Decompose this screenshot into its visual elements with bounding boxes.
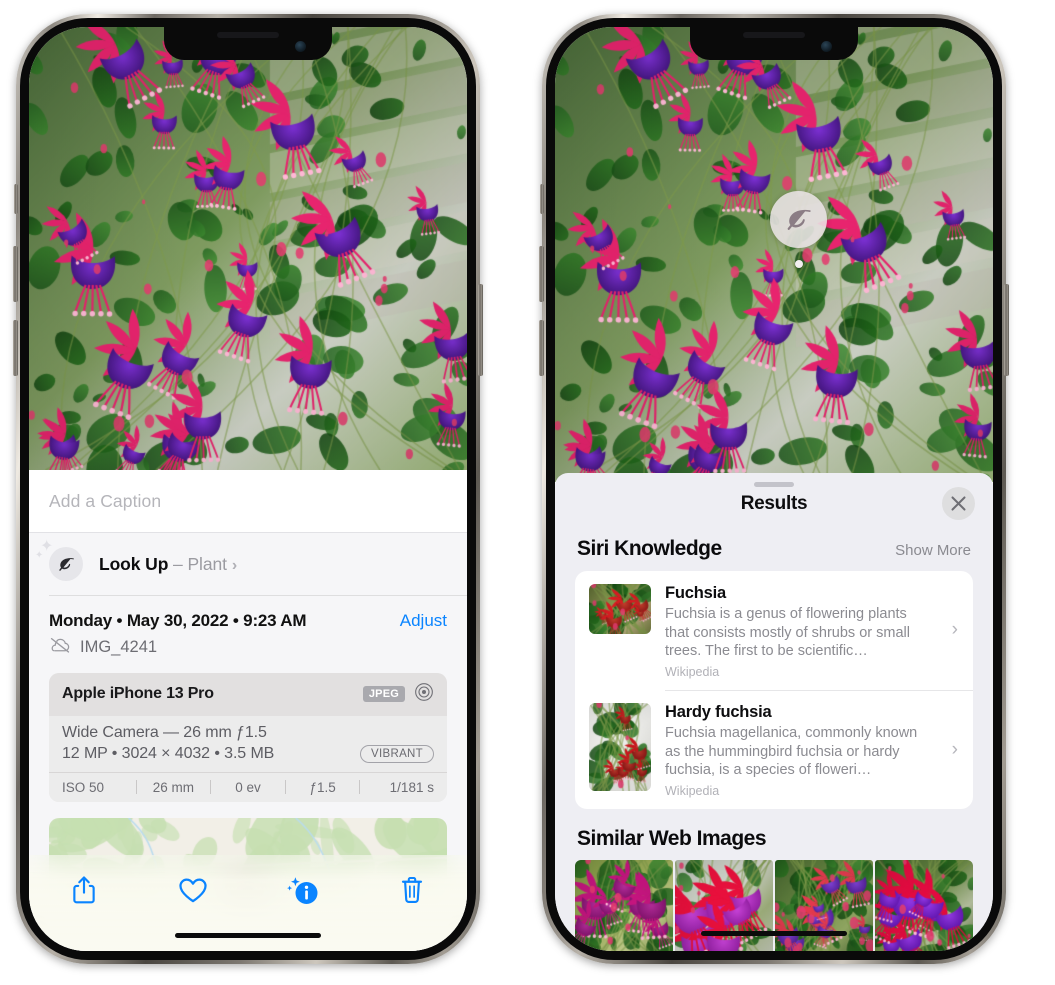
result-source: Wikipedia bbox=[665, 783, 720, 798]
date-row: Monday • May 30, 2022 • 9:23 AM Adjust bbox=[29, 596, 467, 631]
metadata-header: Apple iPhone 13 Pro JPEG bbox=[49, 672, 447, 716]
volume-down-button[interactable] bbox=[13, 320, 18, 376]
siri-knowledge-header: Siri Knowledge Show More bbox=[555, 535, 993, 571]
results-sheet: Results Siri Knowledge Show More Fuchsia… bbox=[555, 473, 993, 951]
caption-input-row[interactable]: Add a Caption bbox=[29, 470, 467, 533]
screenshot-root: Add a Caption ✦ ✦ Look Up – Plant › Mond… bbox=[0, 0, 1055, 985]
result-thumbnail bbox=[589, 703, 651, 792]
chevron-right-icon: › bbox=[951, 738, 958, 760]
look-up-label: Look Up – Plant › bbox=[99, 554, 237, 575]
metadata-card[interactable]: Apple iPhone 13 Pro JPEG Wide Camera — 2… bbox=[49, 672, 447, 802]
front-camera-icon bbox=[821, 41, 832, 52]
similar-web-images-header: Similar Web Images bbox=[555, 809, 993, 860]
size-info-row: 12 MP • 3024 × 4032 • 3.5 MB VIBRANT bbox=[62, 744, 434, 763]
result-source: Wikipedia bbox=[665, 664, 720, 679]
result-thumbnail bbox=[589, 584, 651, 634]
lens-info: Wide Camera — 26 mm ƒ1.5 bbox=[62, 723, 267, 741]
web-image-thumbnail[interactable] bbox=[675, 859, 773, 951]
volume-up-button[interactable] bbox=[13, 246, 18, 302]
show-more-button[interactable]: Show More bbox=[895, 542, 971, 559]
adjust-button[interactable]: Adjust bbox=[400, 611, 447, 631]
share-icon[interactable] bbox=[63, 869, 105, 911]
photo-date: Monday • May 30, 2022 • 9:23 AM bbox=[49, 610, 307, 630]
aperture-icon bbox=[414, 682, 434, 707]
metadata-body: Wide Camera — 26 mm ƒ1.5 12 MP • 3024 × … bbox=[49, 715, 447, 772]
close-icon[interactable] bbox=[942, 487, 975, 520]
right-screen: Results Siri Knowledge Show More Fuchsia… bbox=[555, 27, 993, 951]
format-badge: JPEG bbox=[362, 686, 405, 703]
device-name: Apple iPhone 13 Pro bbox=[62, 685, 214, 703]
heart-icon[interactable] bbox=[172, 869, 214, 911]
cloud-slash-icon bbox=[49, 637, 71, 658]
left-phone: Add a Caption ✦ ✦ Look Up – Plant › Mond… bbox=[13, 14, 483, 964]
result-text: Fuchsia Fuchsia is a genus of flowering … bbox=[665, 584, 959, 679]
home-indicator[interactable] bbox=[175, 933, 321, 938]
bottom-toolbar bbox=[29, 855, 467, 951]
list-item[interactable]: Fuchsia Fuchsia is a genus of flowering … bbox=[575, 571, 973, 690]
photo-viewer[interactable] bbox=[555, 27, 993, 482]
size-info: 12 MP • 3024 × 4032 • 3.5 MB bbox=[62, 744, 275, 762]
web-image-thumbnail[interactable] bbox=[775, 859, 873, 951]
leaf-icon: ✦ ✦ bbox=[35, 539, 83, 581]
visual-lookup-dot bbox=[795, 260, 803, 268]
trash-icon[interactable] bbox=[391, 869, 433, 911]
metadata-header-right: JPEG bbox=[362, 682, 434, 707]
volume-up-button[interactable] bbox=[539, 246, 544, 302]
result-title: Fuchsia bbox=[665, 584, 726, 602]
visual-lookup-badge[interactable] bbox=[770, 191, 827, 248]
style-pill: VIBRANT bbox=[360, 744, 434, 763]
web-image-thumbnail[interactable] bbox=[575, 859, 673, 951]
notch bbox=[164, 27, 332, 60]
front-camera-icon bbox=[295, 41, 306, 52]
home-indicator[interactable] bbox=[701, 931, 847, 936]
siri-knowledge-card: Fuchsia Fuchsia is a genus of flowering … bbox=[575, 571, 973, 809]
mute-switch[interactable] bbox=[14, 184, 18, 214]
speaker-grille bbox=[743, 32, 805, 38]
exif-iso: ISO 50 bbox=[62, 779, 105, 795]
exif-focal: 26 mm bbox=[152, 779, 195, 795]
file-row: IMG_4241 bbox=[29, 631, 467, 658]
sheet-title: Results bbox=[740, 493, 808, 514]
look-up-separator: – bbox=[168, 553, 188, 574]
exif-row: ISO 50 26 mm 0 ev ƒ1.5 1/181 s bbox=[49, 771, 447, 802]
toolbar-icons bbox=[29, 855, 467, 911]
look-up-subject: Plant bbox=[187, 553, 227, 574]
result-title: Hardy fuchsia bbox=[665, 703, 772, 722]
caption-placeholder: Add a Caption bbox=[49, 490, 162, 511]
exif-ev: 0 ev bbox=[235, 779, 261, 795]
photo-viewer[interactable] bbox=[29, 27, 467, 470]
look-up-title: Look Up bbox=[99, 553, 169, 574]
chevron-right-icon: › bbox=[951, 619, 958, 641]
sheet-header: Results bbox=[555, 473, 993, 535]
similar-images-row[interactable] bbox=[555, 859, 993, 951]
web-image-thumbnail[interactable] bbox=[875, 859, 973, 951]
result-text: Hardy fuchsia Fuchsia magellanica, commo… bbox=[665, 703, 959, 798]
power-button[interactable] bbox=[478, 284, 483, 376]
left-screen: Add a Caption ✦ ✦ Look Up – Plant › Mond… bbox=[29, 27, 467, 951]
chevron-right-icon: › bbox=[231, 556, 238, 574]
exif-aperture: ƒ1.5 bbox=[309, 779, 336, 795]
result-description: Fuchsia is a genus of flowering plants t… bbox=[665, 606, 910, 659]
speaker-grille bbox=[217, 32, 279, 38]
list-item[interactable]: Hardy fuchsia Fuchsia magellanica, commo… bbox=[575, 690, 973, 809]
section-title: Siri Knowledge bbox=[577, 537, 722, 560]
section-title: Similar Web Images bbox=[577, 826, 767, 850]
power-button[interactable] bbox=[1004, 284, 1009, 376]
look-up-row[interactable]: ✦ ✦ Look Up – Plant › bbox=[29, 533, 467, 595]
right-phone: Results Siri Knowledge Show More Fuchsia… bbox=[539, 14, 1009, 964]
info-sparkle-icon[interactable] bbox=[282, 869, 324, 911]
exif-shutter: 1/181 s bbox=[389, 779, 434, 795]
notch bbox=[690, 27, 858, 60]
sparkle-small-icon: ✦ bbox=[35, 550, 44, 561]
volume-down-button[interactable] bbox=[539, 320, 544, 376]
file-name: IMG_4241 bbox=[80, 637, 158, 656]
mute-switch[interactable] bbox=[540, 184, 544, 214]
result-description: Fuchsia magellanica, commonly known as t… bbox=[665, 725, 918, 779]
